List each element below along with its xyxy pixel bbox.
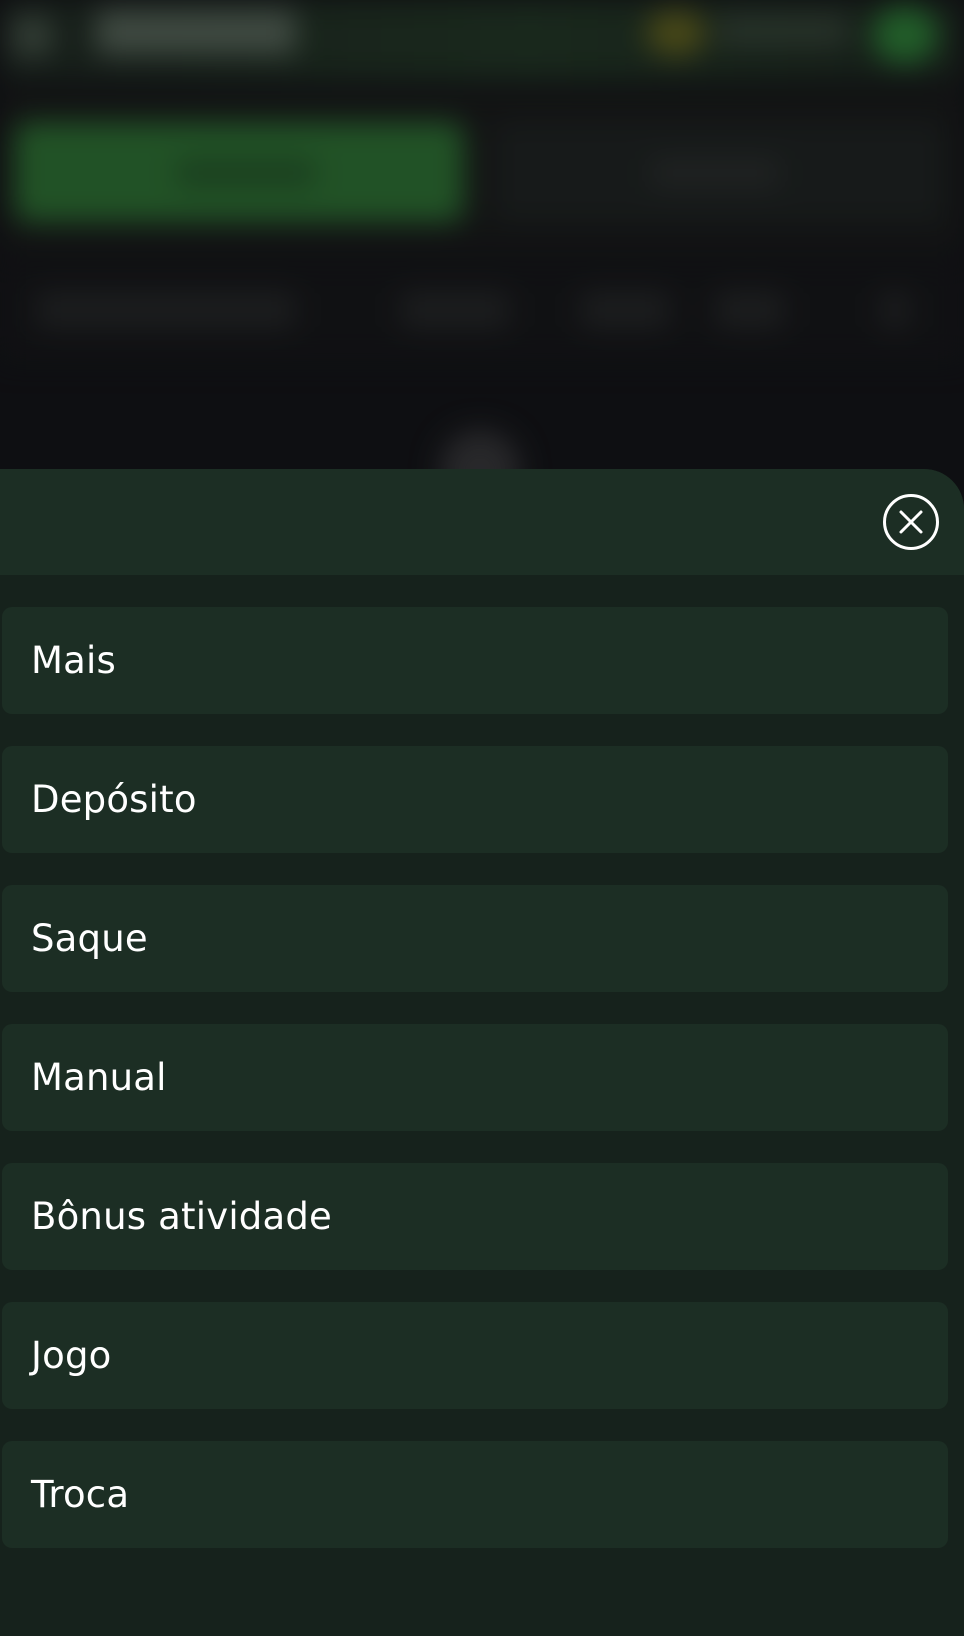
option-label: Saque [31,917,148,960]
option-list: Mais Depósito Saque Manual Bônus ativida… [2,607,948,1580]
filter-bottom-sheet: Mais Depósito Saque Manual Bônus ativida… [0,469,964,1636]
option-mais[interactable]: Mais [2,607,948,714]
option-label: Jogo [31,1334,112,1377]
option-troca[interactable]: Troca [2,1441,948,1548]
option-jogo[interactable]: Jogo [2,1302,948,1409]
option-deposito[interactable]: Depósito [2,746,948,853]
option-label: Bônus atividade [31,1195,333,1238]
option-manual[interactable]: Manual [2,1024,948,1131]
option-label: Depósito [31,778,197,821]
option-saque[interactable]: Saque [2,885,948,992]
page: Mais Depósito Saque Manual Bônus ativida… [0,0,964,1636]
option-label: Mais [31,639,116,682]
close-icon [899,510,923,534]
option-label: Troca [31,1473,130,1516]
sheet-header [0,469,964,575]
close-button[interactable] [883,494,939,550]
option-label: Manual [31,1056,167,1099]
option-bonus-atividade[interactable]: Bônus atividade [2,1163,948,1270]
